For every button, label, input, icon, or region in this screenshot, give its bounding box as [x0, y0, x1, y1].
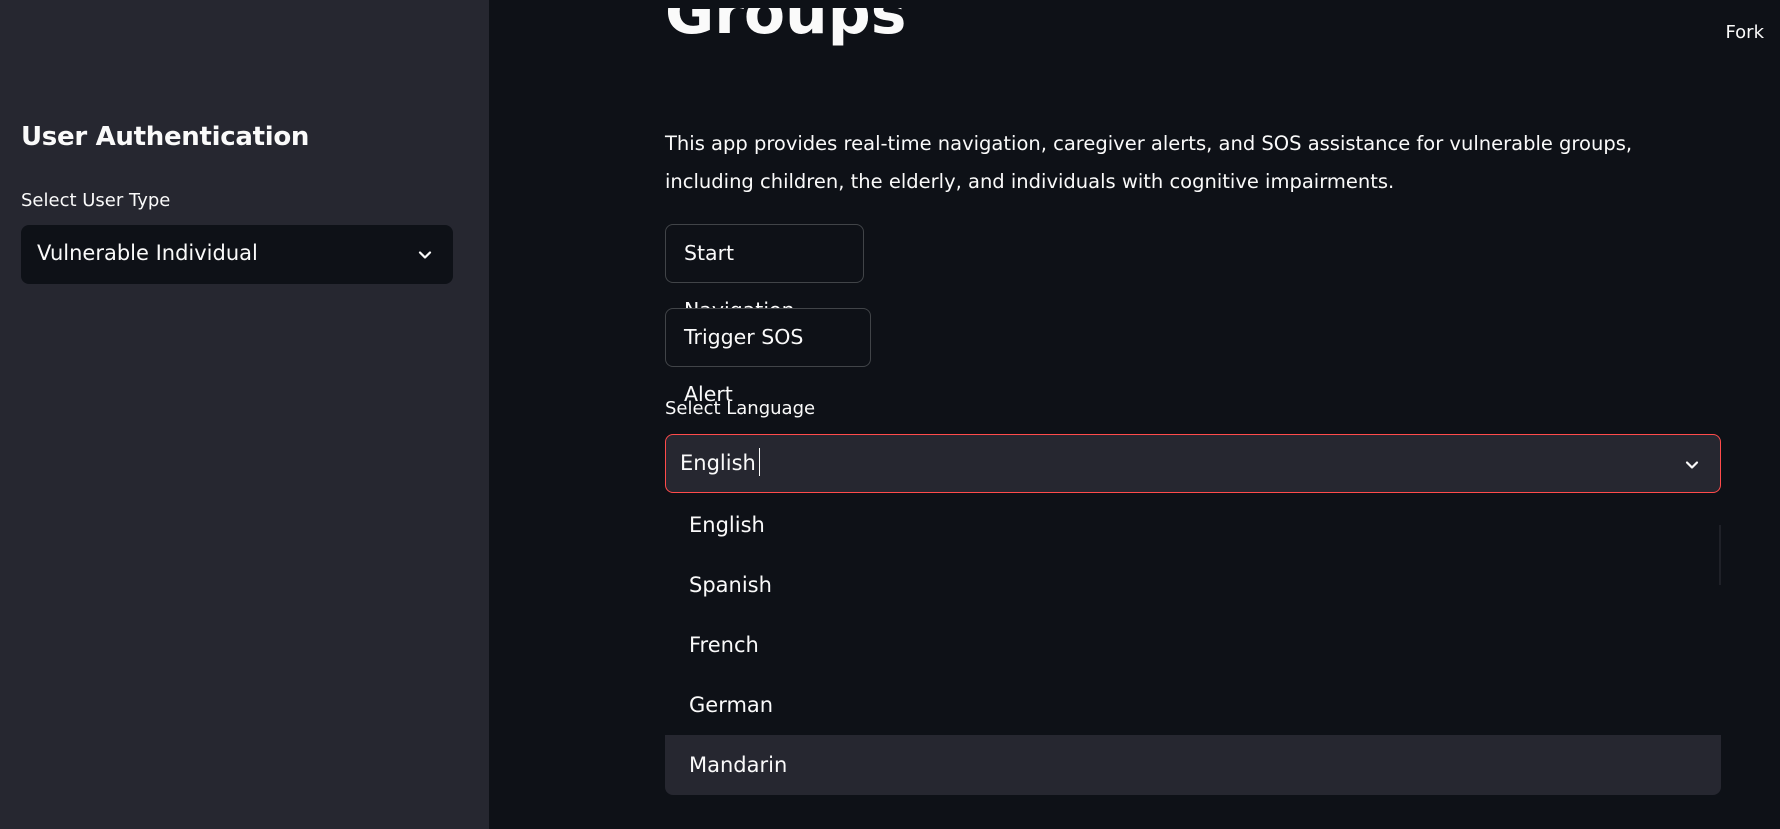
language-option-english[interactable]: English: [665, 495, 1721, 555]
language-option-mandarin[interactable]: Mandarin: [665, 735, 1721, 795]
text-caret: [758, 448, 760, 476]
page-title-text: Groups: [665, 8, 907, 48]
language-option-spanish[interactable]: Spanish: [665, 555, 1721, 615]
language-label: Select Language: [665, 398, 816, 419]
start-navigation-button[interactable]: Start Navigation: [665, 224, 864, 322]
language-option-german[interactable]: German: [665, 675, 1721, 735]
sidebar: User Authentication Select User Type Vul…: [0, 0, 489, 829]
language-value-text: English: [680, 451, 756, 475]
user-type-value: Vulnerable Individual: [37, 241, 258, 265]
app-description: This app provides real-time navigation, …: [665, 132, 1633, 193]
trigger-sos-button[interactable]: Trigger SOS Alert: [665, 308, 871, 406]
sidebar-heading: User Authentication: [21, 122, 310, 152]
language-option-french[interactable]: French: [665, 615, 1721, 675]
chevron-down-icon[interactable]: [1684, 457, 1700, 473]
language-select-value: English: [680, 448, 760, 478]
language-dropdown-menu: English Spanish French German Mandarin: [665, 495, 1721, 795]
user-type-label: Select User Type: [21, 190, 171, 211]
language-select[interactable]: English: [665, 434, 1721, 493]
chevron-down-icon: [418, 251, 432, 259]
page-title: Groups: [665, 8, 906, 88]
main-content: Fork Groups This app provides real-time …: [489, 0, 1780, 829]
user-type-select[interactable]: Vulnerable Individual: [21, 225, 453, 284]
fork-link[interactable]: Fork: [1725, 22, 1764, 43]
